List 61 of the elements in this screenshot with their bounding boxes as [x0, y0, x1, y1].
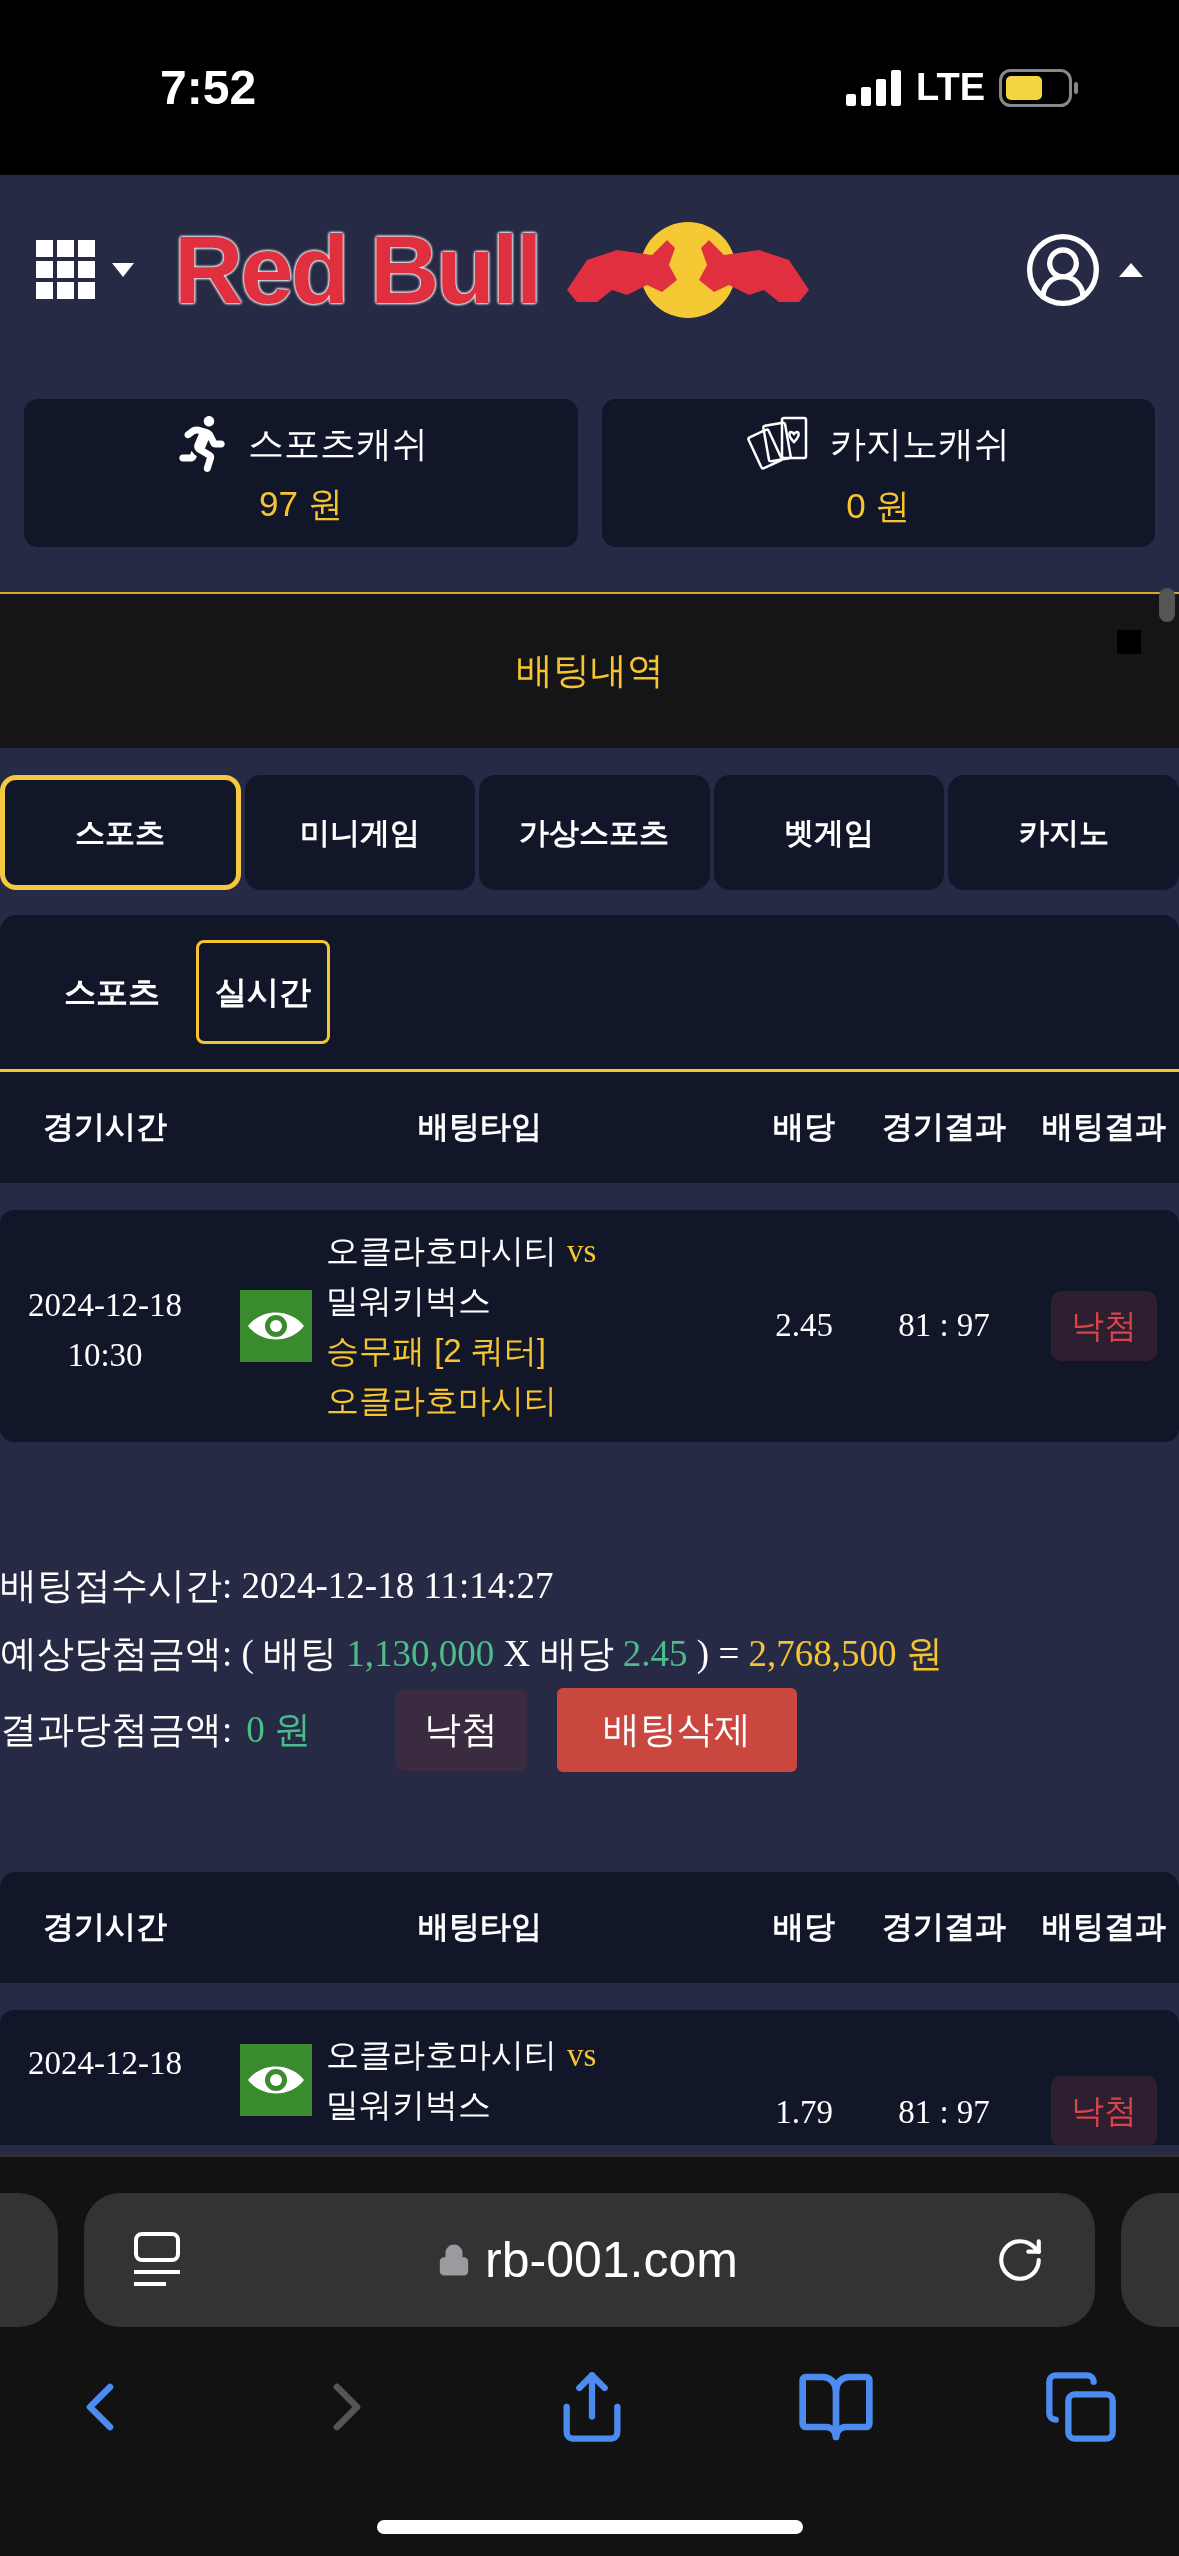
match-time: 10:30 [67, 1336, 143, 1375]
column-header: 배팅결과 [1041, 1108, 1167, 1147]
category-tab[interactable]: 카지노 [948, 775, 1179, 890]
column-header: 배팅타입 [416, 1108, 543, 1147]
away-team: 밀워키벅스 [326, 2085, 492, 2125]
column-header: 배팅타입 [416, 1908, 543, 1947]
wallet-amount: 97 원 [258, 482, 343, 525]
odds-value: 2.45 [774, 1306, 834, 1346]
square-icon [1117, 630, 1141, 654]
column-header: 배당 [772, 1108, 836, 1147]
wallet-label: 카지노캐쉬 [830, 421, 1011, 466]
bet-received-time: 배팅접수시간: 2024-12-18 11:14:27 [0, 1564, 555, 1608]
match-date: 2024-12-18 [28, 1286, 182, 1325]
eye-icon[interactable] [240, 2044, 312, 2116]
sub-tab[interactable]: 실시간 [196, 940, 330, 1044]
match-score: 81 : 97 [897, 2093, 991, 2132]
bet-pick: 오클라호마시티 [326, 1381, 558, 1421]
expected-payout-text: 예상당첨금액: ( 배팅 1,130,000 X 배당 2.45 ) = 2,768,500 원 [0, 1632, 944, 1676]
network-label: LTE [916, 65, 985, 110]
result-payout-label: 결과당첨금액: [0, 1708, 233, 1752]
sub-tab[interactable]: 스포츠 [48, 940, 176, 1044]
column-header: 배당 [772, 1908, 836, 1947]
reader-icon[interactable] [134, 2232, 180, 2288]
match-score: 81 : 97 [897, 1306, 991, 1346]
column-header: 경기시간 [42, 1908, 168, 1947]
address-bar[interactable]: rb-001.com [84, 2193, 1095, 2327]
result-payout-amount: 0 원 [246, 1708, 312, 1752]
category-tab[interactable]: 미니게임 [244, 775, 476, 890]
caret-down-icon[interactable] [112, 263, 134, 277]
scroll-indicator [1159, 588, 1175, 622]
odds-value: 1.79 [774, 2093, 834, 2132]
url-text: rb-001.com [485, 2230, 738, 2290]
wallet-amount: 0 원 [846, 484, 911, 527]
battery-icon [999, 68, 1079, 107]
bet-market: 승무패 [2 쿼터] [326, 1331, 548, 1371]
category-tab[interactable]: 가상스포츠 [479, 775, 710, 890]
result-badge: 낙첨 [1051, 2076, 1157, 2145]
home-team: 오클라호마시티 [326, 1231, 557, 1271]
home-team: 오클라호마시티 [326, 2035, 557, 2075]
result-badge: 낙첨 [1051, 1291, 1157, 1361]
versus-label: vs [567, 2036, 597, 2075]
grid-menu-icon[interactable] [36, 240, 96, 300]
signal-icon [846, 69, 903, 106]
bet-status-badge: 낙첨 [395, 1689, 528, 1771]
column-header: 경기결과 [881, 1108, 1007, 1147]
versus-label: vs [567, 1232, 597, 1271]
column-header: 경기결과 [881, 1908, 1007, 1947]
tabs-icon[interactable] [1043, 2369, 1119, 2445]
wallet-label: 스포츠캐쉬 [247, 421, 428, 466]
caret-up-icon[interactable] [1119, 263, 1143, 277]
delete-bet-button[interactable]: 배팅삭제 [557, 1688, 798, 1772]
column-header: 경기시간 [42, 1108, 168, 1147]
away-team: 밀워키벅스 [326, 1281, 492, 1321]
page-title: 배팅내역 [515, 649, 664, 694]
column-header: 배팅결과 [1041, 1908, 1167, 1947]
category-tab[interactable]: 벳게임 [713, 775, 945, 890]
status-time: 7:52 [160, 59, 257, 116]
match-date: 2024-12-18 [28, 2044, 182, 2083]
eye-icon[interactable] [240, 1290, 312, 1362]
category-tab[interactable]: 스포츠 [0, 775, 241, 890]
brand-logo-text: Red Bull [174, 215, 540, 325]
